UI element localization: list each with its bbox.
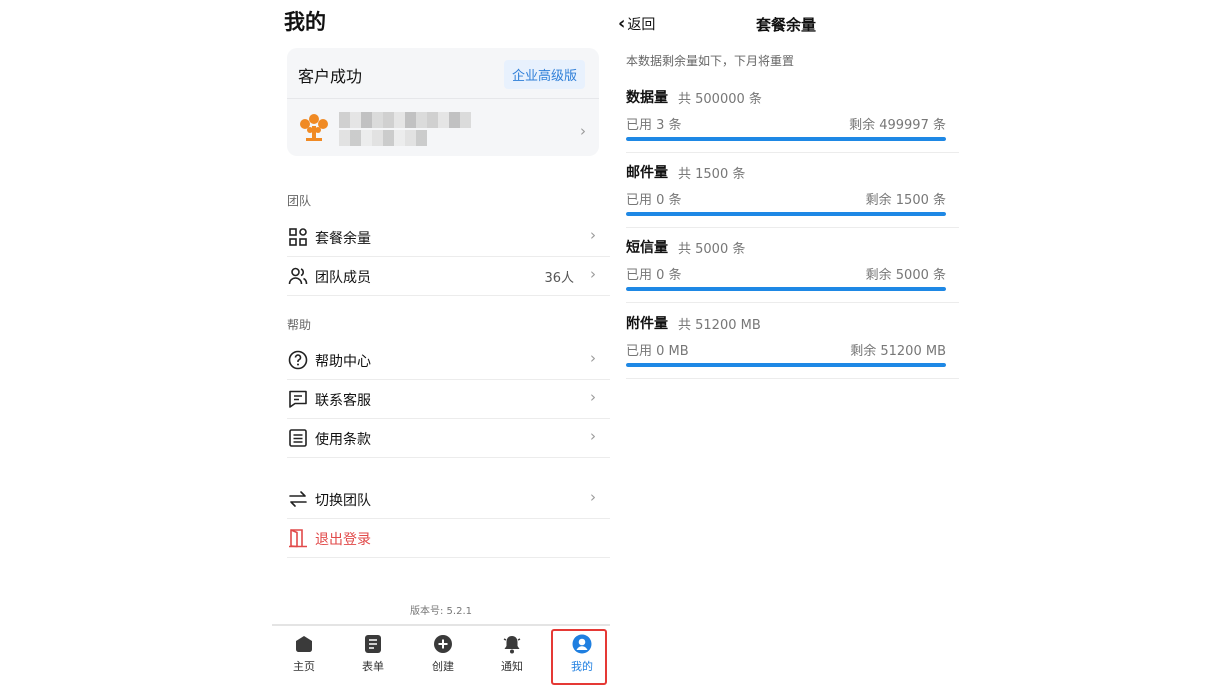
quota-name: 数据量	[626, 90, 668, 106]
quota-progress-bar	[626, 137, 946, 141]
quota-used: 已用 0 条	[626, 193, 682, 208]
package-quota-screen: ‹ 返回 套餐余量 本数据剩余量如下，下月将重置 数据量 共 500000 条 已…	[612, 0, 962, 687]
form-icon	[365, 635, 381, 653]
chevron-right-icon: ›	[590, 488, 596, 506]
tab-notifications[interactable]: 通知	[482, 634, 542, 674]
tab-label: 表单	[362, 660, 384, 673]
chevron-right-icon: ›	[580, 122, 586, 140]
team-card[interactable]: 客户成功 企业高级版 ›	[287, 48, 599, 156]
quota-total: 共 5000 条	[678, 242, 746, 257]
blurred-user-name	[339, 112, 471, 128]
bell-icon	[503, 636, 521, 654]
menu-item-package[interactable]: 套餐余量 ›	[287, 217, 610, 257]
tab-home[interactable]: 主页	[274, 634, 334, 674]
plus-circle-icon	[434, 635, 452, 653]
section-help: 帮助	[287, 318, 312, 332]
menu-item-terms[interactable]: 使用条款 ›	[287, 418, 610, 458]
tab-label: 通知	[501, 660, 523, 673]
quota-name: 邮件量	[626, 165, 668, 181]
active-tab-highlight	[551, 629, 607, 685]
quota-progress-fill	[626, 137, 946, 141]
menu-label: 退出登录	[315, 532, 371, 548]
back-button[interactable]: ‹ 返回	[618, 13, 655, 34]
company-name: 客户成功	[298, 67, 363, 86]
quota-remaining: 剩余 1500 条	[865, 193, 946, 208]
chevron-right-icon: ›	[590, 388, 596, 406]
menu-item-logout[interactable]: 退出登录	[287, 518, 610, 558]
menu-label: 帮助中心	[315, 354, 371, 370]
quota-sms: 短信量 共 5000 条 已用 0 条 剩余 5000 条	[626, 227, 959, 303]
quota-data: 数据量 共 500000 条 已用 3 条 剩余 499997 条	[626, 77, 959, 153]
chevron-right-icon: ›	[590, 349, 596, 367]
quota-progress-fill	[626, 212, 946, 216]
blurred-user-detail	[339, 130, 427, 146]
quota-used: 已用 0 条	[626, 268, 682, 283]
menu-item-members[interactable]: 团队成员 36人 ›	[287, 256, 610, 296]
users-icon	[288, 267, 308, 285]
quota-total: 共 1500 条	[678, 167, 746, 182]
profile-screen: 我的 客户成功 企业高级版 › 团队 套餐余量 › 团队成员 36人 › 帮助 …	[272, 0, 610, 689]
swap-icon	[289, 491, 307, 507]
chevron-right-icon: ›	[590, 265, 596, 283]
menu-label: 套餐余量	[315, 231, 371, 247]
home-icon	[296, 636, 312, 652]
menu-label: 切换团队	[315, 493, 371, 509]
quota-attachment: 附件量 共 51200 MB 已用 0 MB 剩余 51200 MB	[626, 303, 959, 379]
tab-bar: 主页 表单 创建 通知 我的	[272, 624, 610, 689]
tab-create[interactable]: 创建	[413, 634, 473, 674]
chevron-right-icon: ›	[590, 427, 596, 445]
card-divider	[287, 98, 599, 99]
quota-total: 共 51200 MB	[678, 318, 761, 333]
chevron-left-icon: ‹	[618, 13, 626, 34]
back-label: 返回	[627, 17, 656, 33]
section-team: 团队	[287, 194, 312, 208]
quota-used: 已用 3 条	[626, 118, 682, 133]
door-exit-icon	[289, 529, 307, 548]
quota-total: 共 500000 条	[678, 92, 762, 107]
quota-progress-bar	[626, 363, 946, 367]
version-label: 版本号: 5.2.1	[410, 606, 472, 617]
menu-label: 联系客服	[315, 393, 371, 409]
tab-form[interactable]: 表单	[343, 634, 403, 674]
quota-name: 附件量	[626, 316, 668, 332]
chevron-right-icon: ›	[590, 226, 596, 244]
quota-progress-bar	[626, 287, 946, 291]
quota-progress-fill	[626, 363, 946, 367]
quota-remaining: 剩余 5000 条	[865, 268, 946, 283]
member-count: 36人	[544, 271, 574, 286]
document-icon	[289, 429, 307, 447]
quota-remaining: 剩余 499997 条	[849, 118, 946, 133]
page-title: 我的	[284, 10, 326, 34]
quota-progress-bar	[626, 212, 946, 216]
menu-item-switch-team[interactable]: 切换团队 ›	[287, 479, 610, 519]
question-circle-icon	[288, 350, 308, 370]
grid-icon	[289, 228, 307, 246]
menu-item-help-center[interactable]: 帮助中心 ›	[287, 340, 610, 380]
menu-item-support[interactable]: 联系客服 ›	[287, 379, 610, 419]
chat-icon	[289, 390, 307, 408]
quota-email: 邮件量 共 1500 条 已用 0 条 剩余 1500 条	[626, 152, 959, 228]
reset-note: 本数据剩余量如下，下月将重置	[626, 54, 795, 68]
menu-label: 使用条款	[315, 432, 371, 448]
tab-label: 创建	[432, 660, 454, 673]
quota-used: 已用 0 MB	[626, 344, 689, 359]
quota-progress-fill	[626, 287, 946, 291]
quota-remaining: 剩余 51200 MB	[850, 344, 946, 359]
screen-title: 套餐余量	[756, 16, 817, 34]
company-logo-icon	[300, 114, 328, 141]
quota-name: 短信量	[626, 240, 668, 256]
plan-badge: 企业高级版	[503, 60, 585, 89]
tab-label: 主页	[293, 660, 315, 673]
menu-label: 团队成员	[315, 270, 371, 286]
